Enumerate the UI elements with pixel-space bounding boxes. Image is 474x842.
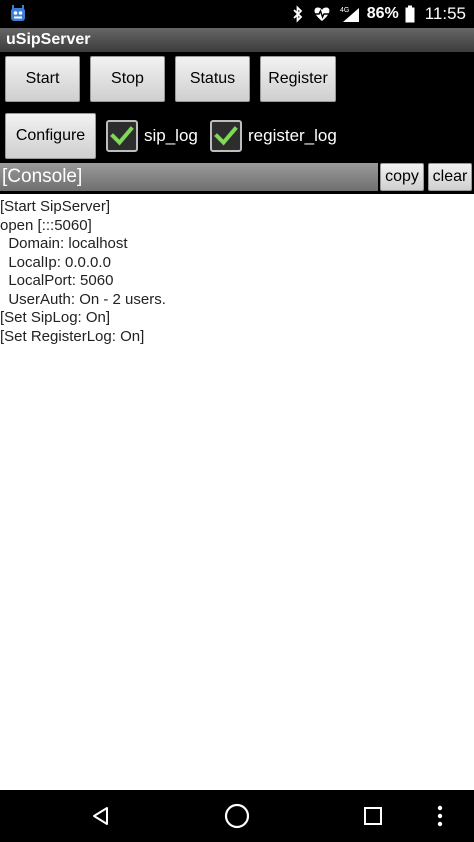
checkmark-icon — [110, 126, 134, 146]
sip-log-checkbox[interactable] — [106, 120, 138, 152]
console-output[interactable]: [Start SipServer] open [:::5060] Domain:… — [0, 194, 474, 790]
control-panel: Start Stop Status Register Configure sip… — [0, 52, 474, 162]
console-header-bar: [Console] copy clear — [0, 162, 474, 194]
app-notification-icon — [8, 4, 28, 24]
clear-button[interactable]: clear — [428, 163, 472, 191]
home-icon — [224, 803, 250, 829]
battery-percent: 86% — [366, 5, 399, 22]
checkmark-icon — [214, 126, 238, 146]
sip-log-label: sip_log — [144, 126, 198, 145]
status-button[interactable]: Status — [175, 56, 250, 102]
overflow-menu-button[interactable] — [414, 790, 466, 842]
back-button[interactable] — [75, 790, 127, 842]
heart-rate-icon — [311, 0, 333, 28]
home-button[interactable] — [211, 790, 263, 842]
app-title-bar: uSipServer — [0, 28, 474, 52]
console-line: LocalIp: 0.0.0.0 — [0, 253, 111, 271]
status-bar: 4G 86% 11:55 — [0, 0, 474, 28]
console-header: [Console] — [0, 163, 378, 191]
bluetooth-icon — [291, 0, 305, 28]
back-icon — [93, 807, 108, 825]
sip-log-toggle[interactable]: sip_log — [106, 120, 198, 152]
network-type-label: 4G — [340, 7, 349, 14]
console-line: [Set SipLog: On] — [0, 309, 111, 326]
register-log-checkbox[interactable] — [210, 120, 242, 152]
start-button[interactable]: Start — [5, 56, 80, 102]
battery-icon — [405, 0, 415, 28]
navigation-bar — [0, 790, 474, 842]
console-line: Domain: localhost — [0, 235, 128, 252]
recents-icon — [364, 807, 382, 825]
console-line: UserAuth: On - 2 users. — [0, 290, 166, 308]
register-log-label: register_log — [248, 126, 337, 145]
recents-button[interactable] — [347, 790, 399, 842]
register-log-toggle[interactable]: register_log — [210, 120, 337, 152]
configure-button[interactable]: Configure — [5, 113, 96, 159]
overflow-menu-icon — [437, 805, 443, 827]
register-button[interactable]: Register — [260, 56, 336, 102]
clock: 11:55 — [424, 4, 466, 23]
stop-button[interactable]: Stop — [90, 56, 165, 102]
signal-4g-icon: 4G — [339, 0, 361, 28]
console-line: open [:::5060] — [0, 216, 92, 234]
console-line: [Set RegisterLog: On] — [0, 327, 145, 345]
console-line: LocalPort: 5060 — [0, 272, 114, 289]
console-line: [Start SipServer] — [0, 198, 111, 215]
copy-button[interactable]: copy — [380, 163, 424, 191]
app-title: uSipServer — [6, 31, 91, 48]
